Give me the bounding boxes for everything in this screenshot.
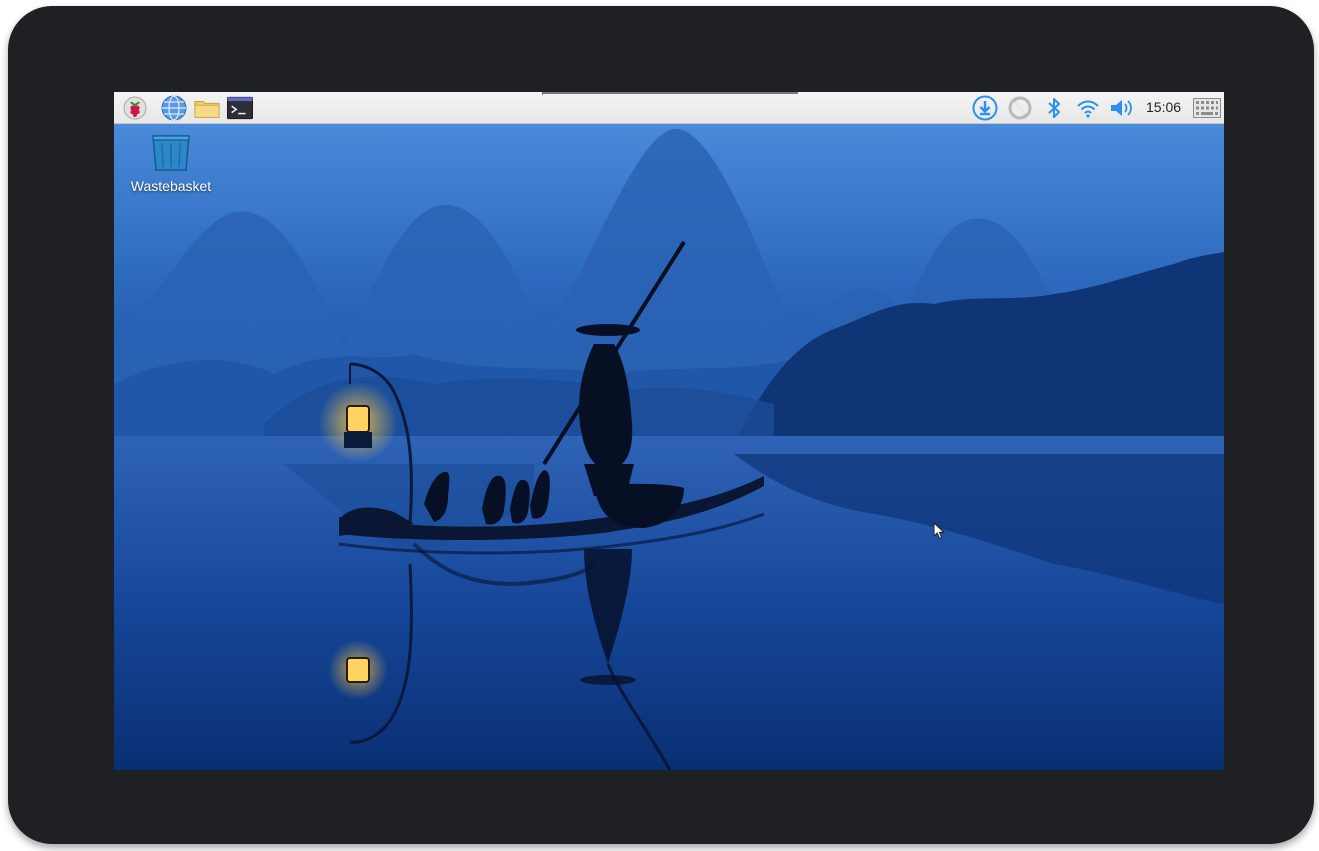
wastebasket-icon xyxy=(152,135,190,171)
desktop-icon-label: Wastebasket xyxy=(130,178,212,194)
volume-icon[interactable] xyxy=(1109,95,1135,121)
device-bezel: 15:06 Wastebasket xyxy=(8,6,1314,844)
updates-download-icon[interactable] xyxy=(972,95,998,121)
terminal-icon[interactable] xyxy=(227,95,253,121)
raspberry-icon[interactable] xyxy=(122,95,148,121)
folder-icon[interactable] xyxy=(194,95,220,121)
screen: 15:06 Wastebasket xyxy=(114,92,1224,770)
clock[interactable]: 15:06 xyxy=(1146,99,1181,115)
sync-icon[interactable] xyxy=(1007,95,1033,121)
virtual-keyboard-icon[interactable] xyxy=(1192,95,1222,121)
desktop-wallpaper xyxy=(114,124,1224,770)
window-list-area xyxy=(542,92,798,95)
desktop-icon-wastebasket[interactable]: Wastebasket xyxy=(122,134,220,194)
wifi-icon[interactable] xyxy=(1075,95,1101,121)
globe-icon[interactable] xyxy=(161,95,187,121)
bluetooth-icon[interactable] xyxy=(1041,95,1067,121)
top-panel: 15:06 xyxy=(114,92,1224,124)
mouse-pointer-icon xyxy=(933,522,945,540)
